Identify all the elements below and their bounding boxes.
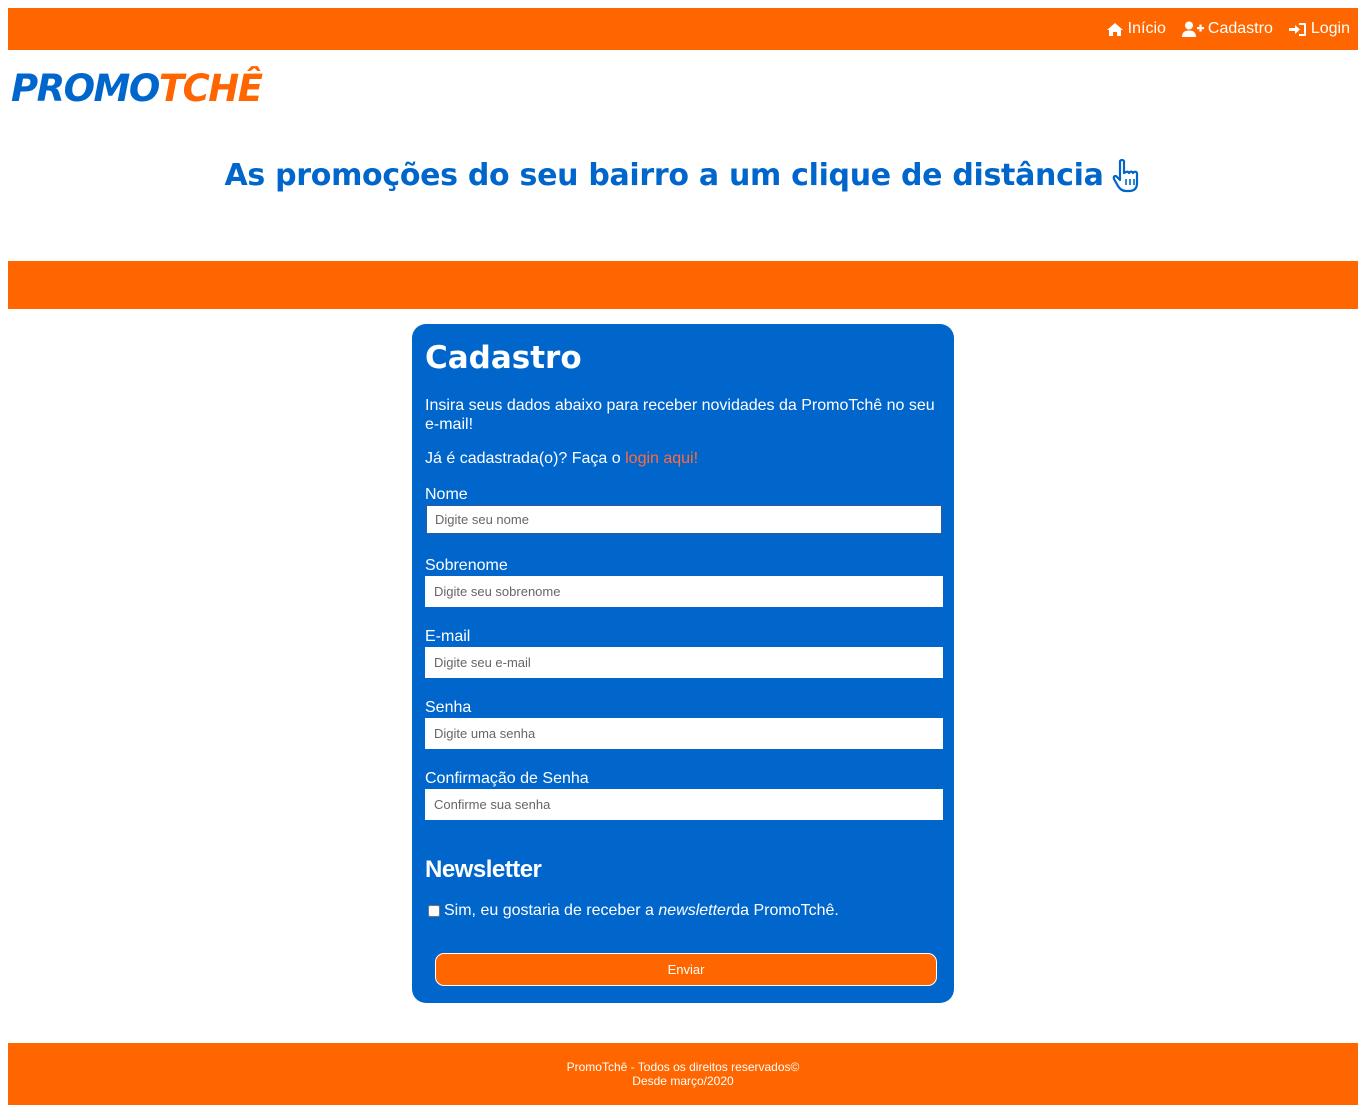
email-input[interactable]	[425, 647, 943, 678]
home-icon	[1106, 22, 1123, 36]
signup-card: Cadastro Insira seus dados abaixo para r…	[412, 324, 954, 1003]
nav-link-inicio[interactable]: Início	[1106, 20, 1166, 38]
nav-link-login[interactable]: Login	[1288, 20, 1350, 38]
sobrenome-input[interactable]	[425, 576, 943, 607]
nav-link-label: Login	[1310, 20, 1350, 37]
nav-link-label: Cadastro	[1207, 20, 1273, 37]
page-footer: PromoTchê - Todos os direitos reservados…	[8, 1043, 1358, 1105]
confirm-password-input[interactable]	[425, 789, 943, 820]
sign-in-icon	[1288, 22, 1306, 36]
login-link[interactable]: login aqui!	[625, 450, 698, 467]
field-label-sobrenome: Sobrenome	[425, 557, 508, 574]
logo-text-promo: PROMO	[11, 67, 160, 110]
nome-input[interactable]	[425, 504, 943, 535]
newsletter-checkbox[interactable]	[428, 905, 440, 917]
already-registered-text: Já é cadastrada(o)? Faça o login aqui!	[425, 450, 698, 468]
user-plus-icon	[1181, 21, 1204, 37]
already-text: Já é cadastrada(o)? Faça o	[425, 450, 626, 467]
newsletter-text-em: newsletter	[658, 902, 732, 919]
hero-tagline: As promoções do seu bairro a um clique d…	[0, 158, 1366, 193]
field-label-nome: Nome	[425, 486, 468, 503]
form-intro: Insira seus dados abaixo para receber no…	[425, 397, 935, 433]
tagline-text: As promoções do seu bairro a um clique d…	[224, 158, 1104, 193]
nav-link-label: Início	[1127, 20, 1166, 37]
brand-logo[interactable]: PROMOTCHÊ	[11, 67, 263, 110]
field-label-senha: Senha	[425, 699, 472, 716]
top-nav-bar: Início Cadastro Login	[8, 8, 1358, 50]
logo-text-tche: TCHÊ	[158, 67, 263, 110]
newsletter-text-before: Sim, eu gostaria de receber a	[444, 902, 654, 919]
nav-link-cadastro[interactable]: Cadastro	[1181, 20, 1273, 38]
field-label-confirmacao: Confirmação de Senha	[425, 770, 589, 787]
submit-button[interactable]: Enviar	[435, 953, 937, 986]
newsletter-option: Sim, eu gostaria de receber a newsletter…	[428, 902, 839, 920]
newsletter-text-after: da PromoTchê.	[731, 902, 839, 919]
footer-copyright: PromoTchê - Todos os direitos reservados…	[566, 1060, 800, 1074]
footer-since: Desde março/2020	[632, 1074, 734, 1088]
field-label-email: E-mail	[425, 628, 471, 645]
form-title: Cadastro	[425, 340, 582, 376]
newsletter-title: Newsletter	[425, 856, 542, 883]
password-input[interactable]	[425, 718, 943, 749]
pointing-hand-icon	[1112, 158, 1138, 192]
orange-banner	[8, 261, 1358, 309]
